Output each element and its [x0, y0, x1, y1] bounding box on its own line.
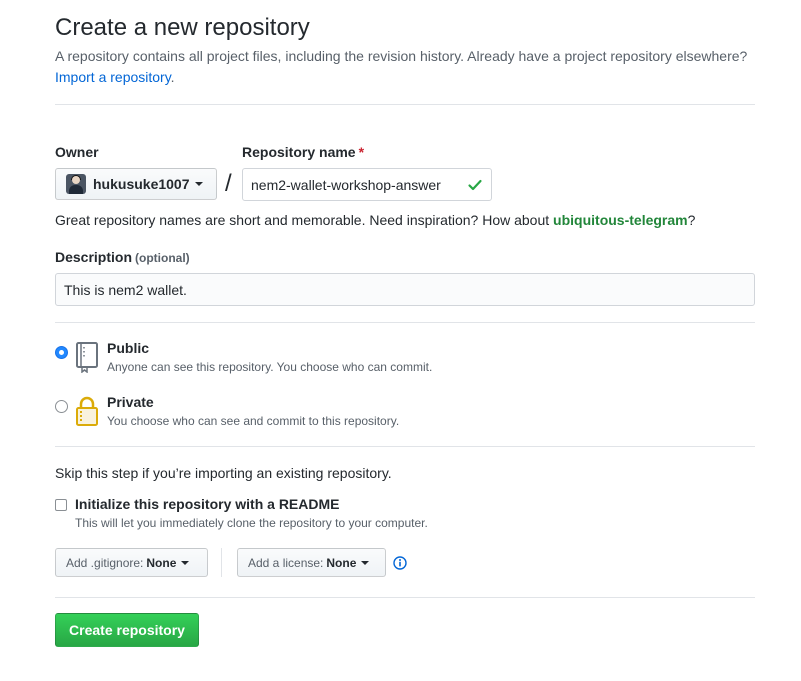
import-repository-link[interactable]: Import a repository — [55, 69, 171, 85]
repo-book-icon — [76, 342, 98, 373]
description-end: . — [170, 69, 175, 85]
private-radio[interactable] — [55, 400, 68, 413]
lock-icon — [76, 396, 98, 426]
page-title: Create a new repository — [55, 14, 310, 41]
description-text: A repository contains all project files,… — [55, 48, 748, 64]
private-option-note: You choose who can see and commit to thi… — [107, 414, 400, 428]
avatar — [66, 174, 86, 194]
public-radio[interactable] — [55, 346, 68, 359]
gitignore-value: None — [146, 555, 177, 570]
required-mark: * — [358, 144, 365, 160]
private-option-title: Private — [107, 394, 154, 410]
description-label-text: Description — [55, 249, 133, 265]
description-label: Description (optional) — [55, 249, 190, 265]
repo-name-label-text: Repository name — [242, 144, 356, 160]
license-value: None — [326, 555, 357, 570]
repository-name-input[interactable]: nem2-wallet-workshop-answer — [242, 168, 492, 201]
owner-select[interactable]: hukusuke1007 — [55, 168, 217, 200]
readme-note: This will let you immediately clone the … — [75, 516, 428, 530]
divider — [55, 446, 755, 447]
repository-name-value: nem2-wallet-workshop-answer — [251, 176, 441, 193]
owner-name: hukusuke1007 — [93, 176, 190, 192]
license-label: Add a license: — [248, 555, 324, 570]
optional-tag: (optional) — [135, 251, 190, 265]
skip-step-note: Skip this step if you’re importing an ex… — [55, 465, 392, 481]
caret-down-icon — [194, 182, 203, 186]
public-option-note: Anyone can see this repository. You choo… — [107, 360, 433, 374]
caret-down-icon — [181, 560, 190, 565]
owner-label: Owner — [55, 144, 99, 160]
public-option-title: Public — [107, 340, 150, 356]
gitignore-label: Add .gitignore: — [66, 555, 144, 570]
divider — [55, 104, 755, 105]
name-suggestion-hint: Great repository names are short and mem… — [55, 212, 695, 228]
readme-checkbox[interactable] — [55, 499, 67, 511]
check-icon — [468, 179, 482, 191]
caret-down-icon — [361, 560, 370, 565]
divider — [55, 322, 755, 323]
page-description: A repository contains all project files,… — [55, 46, 755, 88]
suggested-name[interactable]: ubiquitous-telegram — [553, 212, 688, 228]
description-value: This is nem2 wallet. — [64, 281, 187, 298]
description-input[interactable]: This is nem2 wallet. — [55, 273, 755, 306]
gitignore-select[interactable]: Add .gitignore: None — [55, 548, 208, 577]
separator — [221, 548, 222, 577]
repo-name-label: Repository name * — [242, 144, 364, 160]
readme-label[interactable]: Initialize this repository with a README — [75, 496, 339, 512]
divider — [55, 597, 755, 598]
hint-suffix: ? — [687, 212, 696, 228]
hint-text: Great repository names are short and mem… — [55, 212, 554, 228]
create-repository-button[interactable]: Create repository — [55, 613, 199, 647]
info-icon[interactable] — [393, 556, 407, 570]
license-select[interactable]: Add a license: None — [237, 548, 386, 577]
owner-repo-separator: / — [225, 170, 232, 197]
